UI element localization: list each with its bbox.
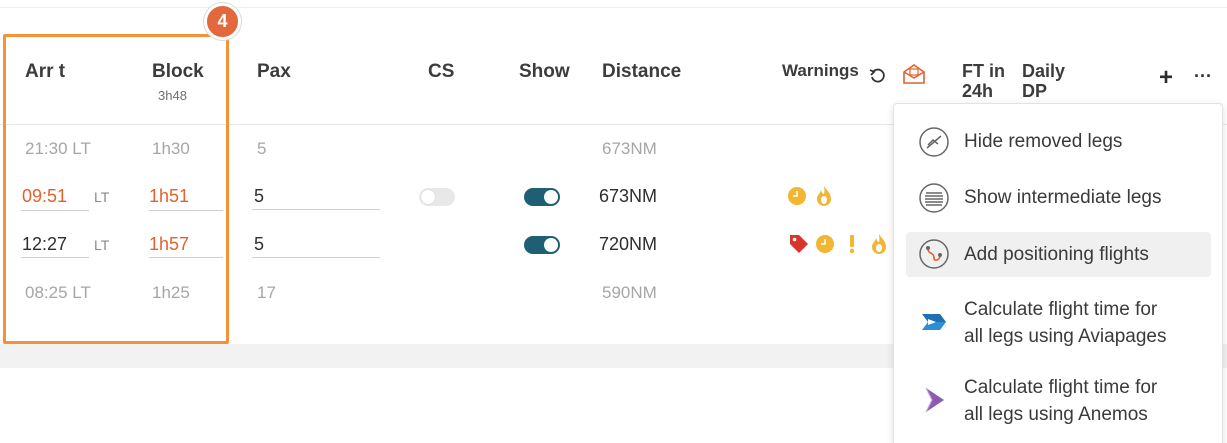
menu-item-label: Add positioning flights [964,244,1149,265]
menu-item-label-line2: all legs using Aviapages [964,326,1167,347]
step-badge: 4 [204,3,241,40]
fire-warning-icon[interactable] [870,233,888,255]
column-header-daily-dp[interactable]: Daily DP [1022,61,1065,101]
menu-item-add-positioning-flights[interactable]: Add positioning flights [906,232,1211,277]
refresh-icon[interactable] [868,66,888,86]
column-header-ft-in-24h[interactable]: FT in 24h [962,61,1005,101]
clock-warning-icon[interactable] [787,186,807,206]
menu-item-label-line1: Calculate flight time for [964,377,1158,398]
menu-item-label: Calculate flight time for all legs using… [964,296,1166,350]
more-options-button[interactable]: ··· [1194,66,1212,87]
positioning-flights-icon [919,239,949,269]
row-0-pax: 5 [257,139,267,158]
row-0-distance: 673NM [602,139,657,158]
column-header-pax[interactable]: Pax [257,61,291,83]
tag-warning-icon[interactable] [788,233,810,255]
row-2-pax-input[interactable]: 5 [254,234,264,255]
menu-item-calculate-anemos[interactable]: Calculate flight time for all legs using… [906,370,1211,430]
menu-item-label: Show intermediate legs [964,187,1162,208]
menu-item-label: Hide removed legs [964,131,1123,152]
row-1-distance: 673NM [599,186,658,206]
flight-legs-table-view: Arr t Block 3h48 Pax CS Show Distance Wa… [0,0,1227,443]
ft-in-24h-line1: FT in [962,61,1005,81]
top-divider [0,7,1227,8]
daily-dp-line2: DP [1022,81,1048,101]
add-column-button[interactable]: + [1159,64,1173,92]
clock-warning-icon[interactable] [815,234,835,254]
menu-item-label-line2: all legs using Anemos [964,404,1148,425]
menu-item-show-intermediate-legs[interactable]: Show intermediate legs [906,178,1211,218]
menu-item-hide-removed-legs[interactable]: Hide removed legs [906,122,1211,162]
column-header-distance[interactable]: Distance [602,61,681,83]
toggle-knob [421,190,435,204]
fire-warning-icon[interactable] [815,185,833,207]
toggle-knob [544,238,558,252]
row-3-distance: 590NM [602,283,657,302]
table-options-menu: Hide removed legs Show intermediate legs… [893,103,1223,443]
anemos-logo-icon [925,387,944,413]
row-1-pax-underline [252,209,380,210]
daily-dp-line1: Daily [1022,61,1066,81]
row-2-pax-underline [252,257,380,258]
row-1-pax-input[interactable]: 5 [254,186,264,207]
mail-alert-icon[interactable] [902,63,926,85]
highlight-frame [3,34,229,344]
row-1-cs-toggle[interactable] [419,188,455,206]
column-header-show[interactable]: Show [519,61,570,83]
hide-removed-legs-icon [919,127,949,157]
menu-item-label-line1: Calculate flight time for [964,299,1158,320]
toggle-knob [544,190,558,204]
alert-warning-icon[interactable] [847,234,857,254]
menu-item-label: Calculate flight time for all legs using… [964,374,1157,428]
menu-item-calculate-aviapages[interactable]: Calculate flight time for all legs using… [906,292,1211,352]
column-header-warnings[interactable]: Warnings [782,61,859,81]
row-3-pax: 17 [257,283,276,302]
row-1-show-toggle[interactable] [524,188,560,206]
intermediate-legs-icon [919,183,949,213]
row-2-show-toggle[interactable] [524,236,560,254]
ft-in-24h-line2: 24h [962,81,994,101]
column-header-cs[interactable]: CS [428,61,454,83]
row-2-distance: 720NM [599,234,658,254]
aviapages-logo-icon [922,314,946,330]
